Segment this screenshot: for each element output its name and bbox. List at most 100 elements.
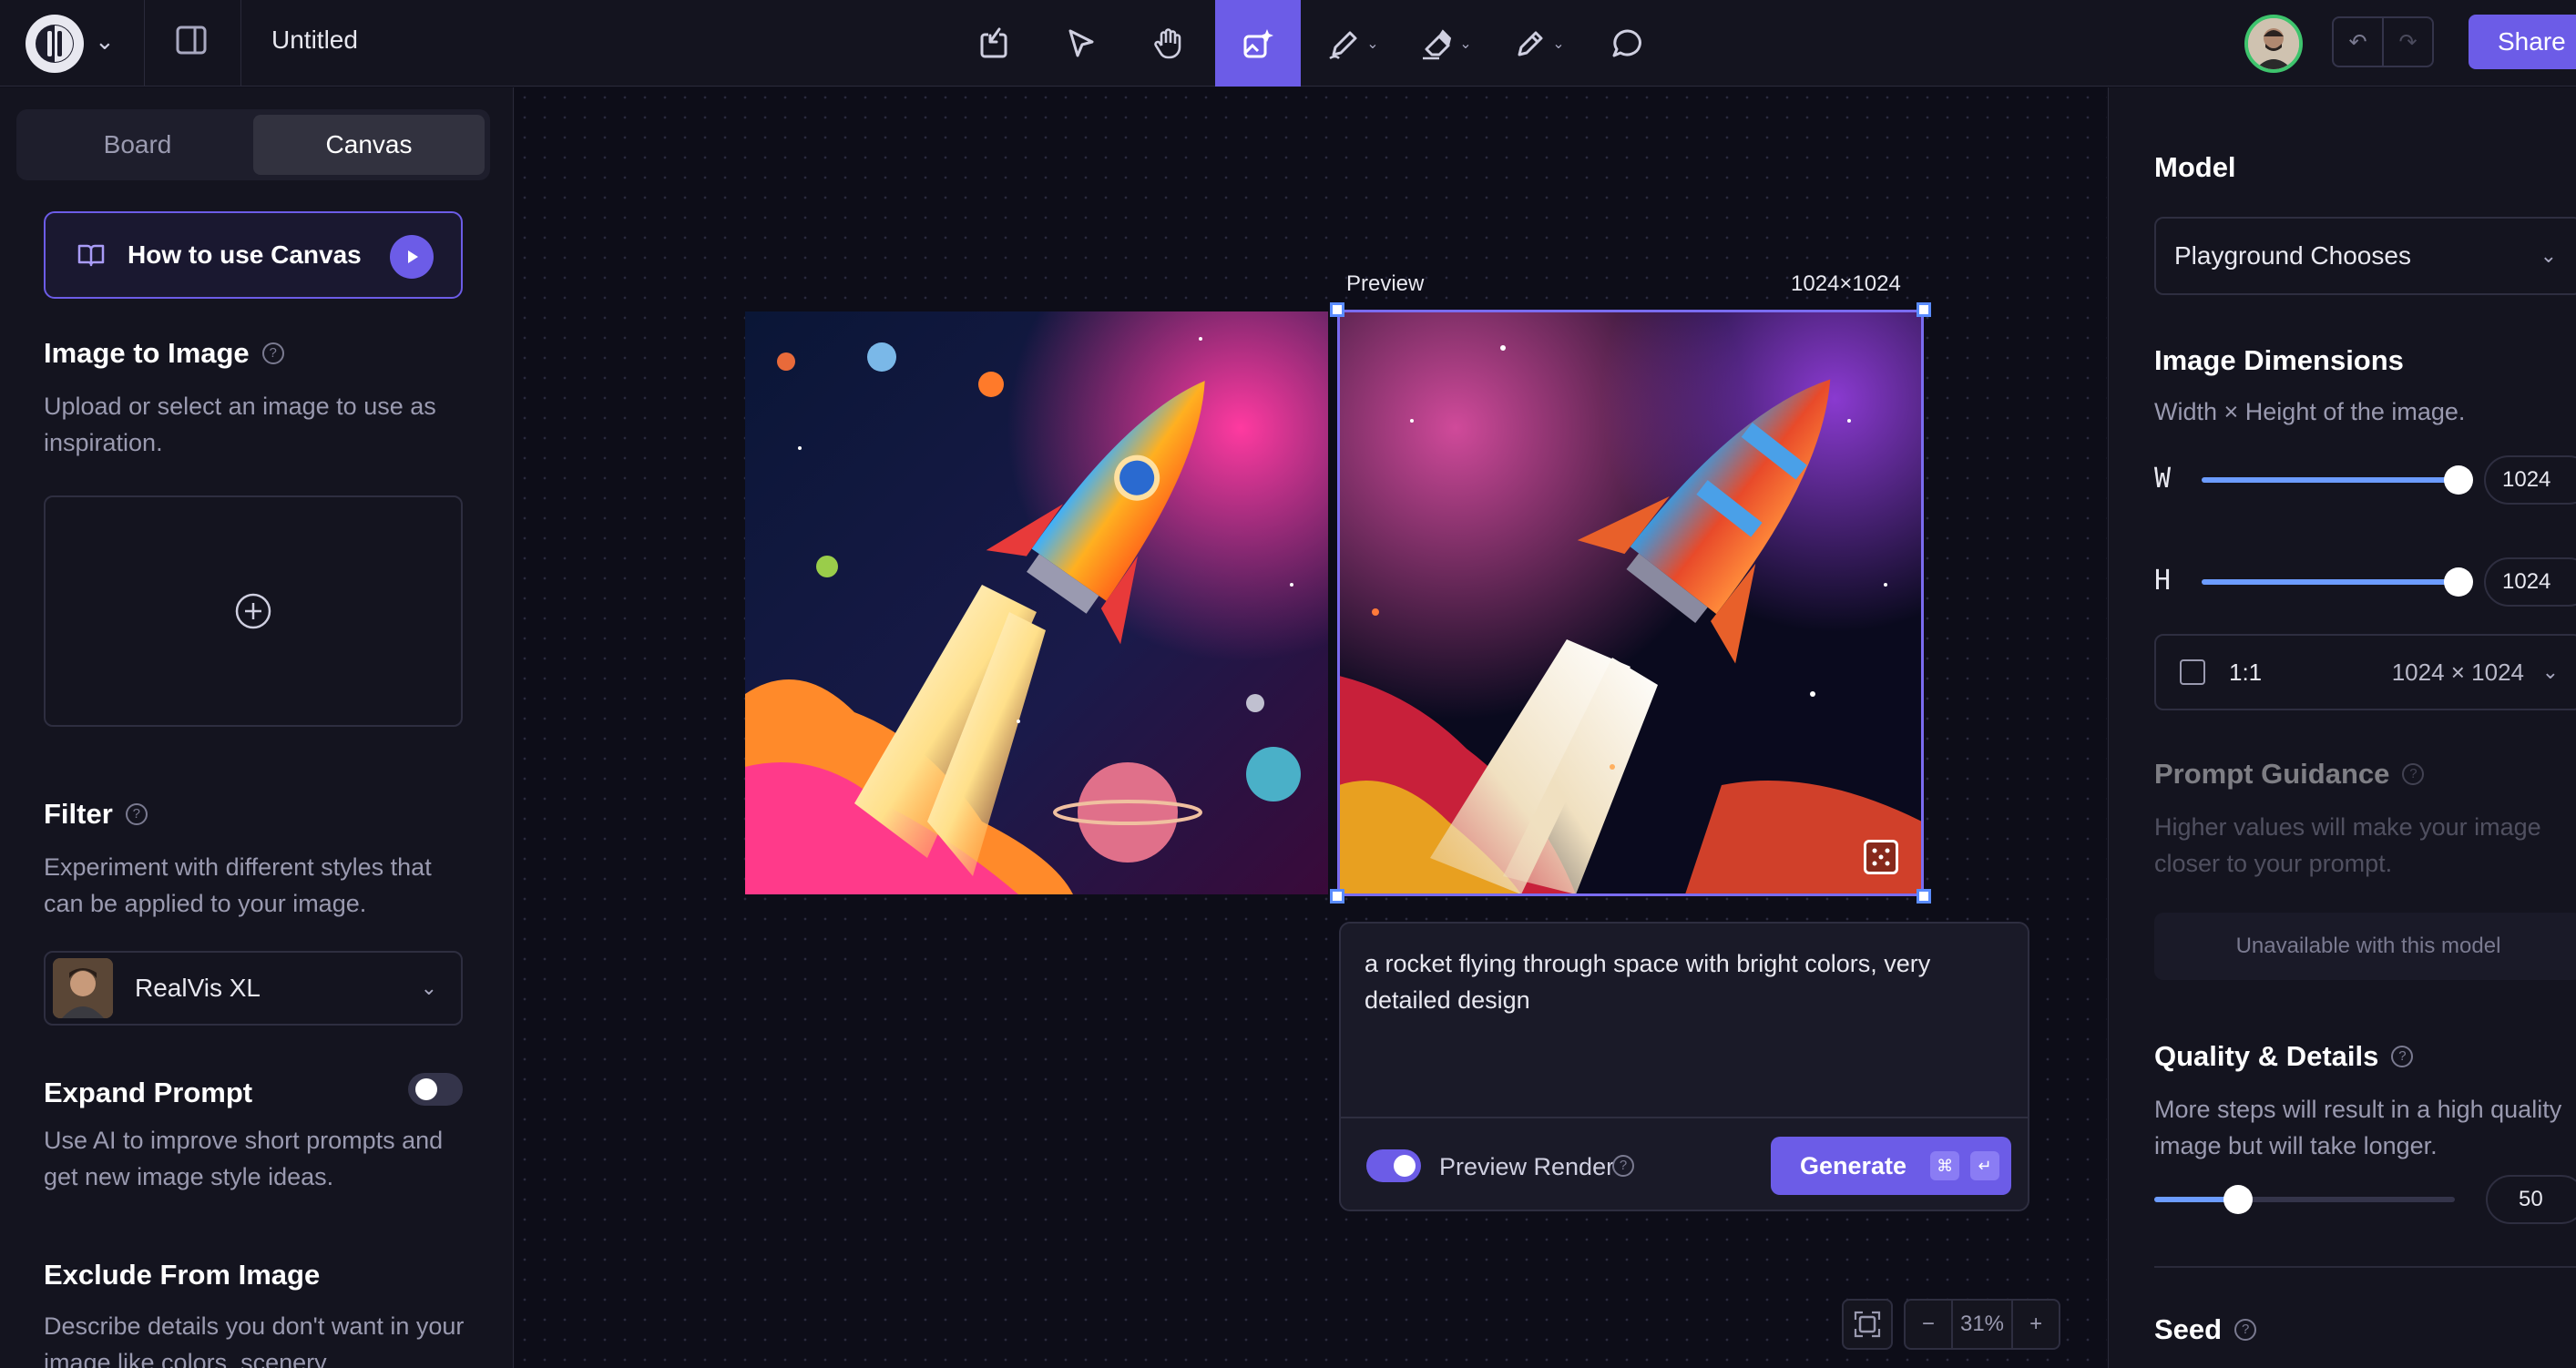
seed-title: Seed? [2154,1313,2256,1346]
height-label: H [2154,565,2171,597]
chevron-down-icon: ⌄ [1552,35,1564,53]
hand-icon [1150,26,1187,62]
resize-handle-top-right[interactable] [1917,302,1931,317]
select-tool[interactable] [1040,0,1122,87]
user-avatar[interactable] [2244,15,2303,73]
enter-key-icon: ↵ [1970,1151,1999,1180]
aspect-ratio-select[interactable]: 1:1 1024 × 1024 ⌄ [2154,634,2576,710]
zoom-in-button[interactable]: + [2013,1301,2059,1348]
sidebar-toggle-icon[interactable] [173,22,213,62]
help-icon: ? [2402,763,2424,785]
exclude-title: Exclude From Image [44,1259,320,1291]
image-dimensions-desc: Width × Height of the image. [2154,393,2573,430]
image-upload-dropzone[interactable] [44,495,463,727]
app-logo-icon[interactable] [26,15,84,73]
chevron-down-icon: ⌄ [2542,660,2559,684]
prompt-guidance-unavailable: Unavailable with this model [2154,913,2576,980]
resize-handle-bottom-left[interactable] [1330,889,1344,903]
book-icon [77,240,106,270]
fit-screen-icon [1852,1309,1883,1340]
eraser-icon [1419,26,1456,62]
draw-pen-tool[interactable]: ⌄ [1312,0,1394,87]
how-to-use-canvas-button[interactable]: How to use Canvas [44,211,463,299]
randomize-dice-icon[interactable] [1864,840,1898,874]
prompt-guidance-title: Prompt Guidance? [2154,758,2424,791]
exclude-desc: Describe details you don't want in your … [44,1308,472,1368]
width-slider-thumb[interactable] [2444,465,2473,495]
help-icon[interactable]: ? [2234,1319,2256,1341]
chevron-down-icon: ⌄ [2540,244,2557,268]
model-title: Model [2154,151,2236,184]
toggle-knob [1394,1155,1416,1177]
prompt-guidance-title-text: Prompt Guidance [2154,758,2389,791]
import-tool[interactable] [953,0,1035,87]
zoom-controls: − 31% + [1904,1299,2060,1350]
image-to-image-title-text: Image to Image [44,337,250,370]
generated-image-rocket[interactable] [745,311,1328,894]
share-button[interactable]: Share [2469,15,2576,69]
divider [2154,1266,2576,1268]
help-icon[interactable]: ? [126,803,148,825]
width-value[interactable]: 1024 [2484,455,2576,505]
model-selected-value: Playground Chooses [2174,241,2411,271]
help-icon[interactable]: ? [262,342,284,364]
width-label: W [2154,463,2171,495]
preview-label: Preview [1346,271,1424,297]
pencil-tool[interactable]: ⌄ [1498,0,1579,87]
aspect-size-value: 1024 × 1024 [2392,658,2524,687]
quality-slider[interactable] [2154,1197,2455,1202]
tab-board[interactable]: Board [22,115,253,175]
plus-circle-icon [234,592,272,630]
preview-render-toggle[interactable] [1366,1149,1421,1182]
height-slider[interactable] [2202,579,2458,585]
image-to-image-title: Image to Image? [44,337,284,370]
expand-prompt-toggle[interactable] [408,1073,463,1106]
quality-steps-value[interactable]: 50 [2486,1175,2576,1224]
width-slider[interactable] [2202,477,2458,483]
redo-icon[interactable]: ↷ [2382,18,2432,66]
filter-title: Filter? [44,798,148,831]
generate-image-icon [1240,26,1276,62]
fit-to-screen-button[interactable] [1842,1299,1893,1350]
selection-frame[interactable] [1337,310,1924,896]
height-value[interactable]: 1024 [2484,557,2576,607]
seed-title-text: Seed [2154,1313,2222,1346]
document-title[interactable]: Untitled [271,26,358,55]
filter-select[interactable]: RealVis XL ⌄ [44,951,463,1026]
width-slider-fill [2202,477,2458,483]
aspect-ratio-value: 1:1 [2229,658,2262,687]
quality-slider-thumb[interactable] [2223,1185,2253,1214]
resize-handle-bottom-right[interactable] [1917,889,1931,903]
help-icon[interactable]: ? [2391,1046,2413,1067]
quality-title-text: Quality & Details [2154,1040,2378,1073]
help-icon[interactable]: ? [1612,1155,1634,1177]
divider [240,0,241,87]
filter-selected-value: RealVis XL [135,974,261,1003]
aspect-lock-checkbox[interactable] [2180,659,2205,685]
filter-title-text: Filter [44,798,113,831]
app-root: ⌄ Untitled ⌄ ⌄ ⌄ [0,0,2576,1368]
generate-image-tool[interactable] [1215,0,1301,87]
command-key-icon: ⌘ [1930,1151,1959,1180]
resize-handle-top-left[interactable] [1330,302,1344,317]
generate-button[interactable]: Generate ⌘ ↵ [1771,1137,2011,1195]
comment-tool[interactable] [1587,0,1669,87]
height-slider-thumb[interactable] [2444,567,2473,597]
tab-canvas[interactable]: Canvas [253,115,485,175]
chevron-down-icon: ⌄ [1366,35,1378,53]
zoom-level[interactable]: 31% [1951,1301,2014,1348]
eraser-tool[interactable]: ⌄ [1405,0,1487,87]
preview-dimension-label: 1024×1024 [1791,271,1901,297]
undo-icon[interactable]: ↶ [2334,18,2382,66]
prompt-input[interactable]: a rocket flying through space with brigh… [1365,945,2002,1018]
hand-tool[interactable] [1128,0,1210,87]
chevron-down-icon: ⌄ [1459,35,1471,53]
model-select[interactable]: Playground Chooses ⌄ [2154,217,2576,295]
zoom-out-button[interactable]: − [1906,1301,1951,1348]
right-panel: Model Playground Chooses ⌄ Image Dimensi… [2108,87,2576,1368]
draw-pen-icon [1326,26,1363,62]
filter-thumbnail [53,958,113,1018]
divider [144,0,145,87]
app-menu-chevron-icon[interactable]: ⌄ [95,27,115,56]
preview-render-label: Preview Render [1439,1153,1614,1181]
